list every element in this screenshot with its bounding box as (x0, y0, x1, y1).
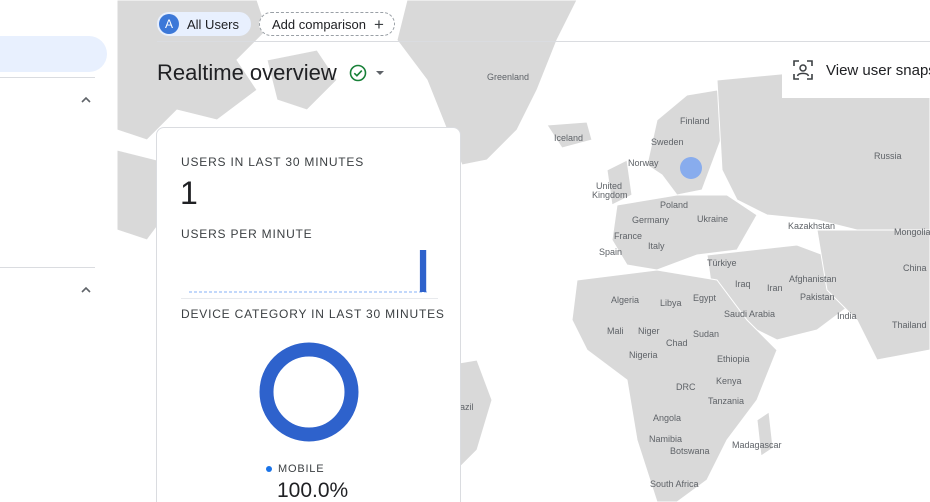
map-label-afghanistan: Afghanistan (789, 274, 837, 284)
map-label-ethiopia: Ethiopia (717, 354, 750, 364)
map-label-iraq: Iraq (735, 279, 751, 289)
users-per-minute-chart[interactable] (181, 241, 431, 295)
map-label-angola: Angola (653, 413, 682, 423)
map-label-saudi-arabia: Saudi Arabia (724, 309, 776, 319)
map-label-mongolia: Mongolia (894, 227, 930, 237)
map-label-pakistan: Pakistan (800, 292, 835, 302)
device-legend: MOBILE (266, 463, 324, 475)
page-title: Realtime overview (157, 60, 337, 85)
map-label-kazakhstan: Kazakhstan (788, 221, 836, 231)
map-label-botswana: Botswana (670, 446, 710, 456)
nav-divider (0, 77, 95, 78)
map-label-sweden: Sweden (651, 137, 684, 147)
users-per-minute-label: USERS PER MINUTE (181, 227, 313, 241)
map-label-ukraine: Ukraine (697, 214, 729, 224)
card-divider (181, 298, 438, 299)
segment-chip-all-users[interactable]: A All Users (157, 12, 252, 36)
realtime-summary-card: USERS IN LAST 30 MINUTES 1 USERS PER MIN… (156, 127, 461, 502)
view-user-snapshot-label: View user snaps (826, 61, 930, 79)
map-label-chad: Chad (666, 338, 688, 348)
nav-active-item[interactable] (0, 36, 107, 72)
users-per-minute-bar[interactable] (419, 250, 427, 292)
map-label-spain: Spain (599, 247, 623, 257)
map-label-greenland: Greenland (487, 72, 530, 82)
view-user-snapshot-button[interactable]: View user snaps (782, 42, 930, 98)
map-label-kingdom: Kingdom (592, 190, 628, 200)
users-30-min-label: USERS IN LAST 30 MINUTES (181, 155, 365, 169)
map-label-norway: Norway (628, 158, 659, 168)
map-label-namibia: Namibia (649, 434, 683, 444)
device-category-label: DEVICE CATEGORY IN LAST 30 MINUTES (181, 307, 445, 321)
map-label-egypt: Egypt (693, 293, 717, 303)
chevron-up-icon[interactable] (79, 283, 93, 297)
left-navigation (0, 0, 117, 502)
add-comparison-button[interactable]: Add comparison + (259, 12, 395, 36)
map-label-iran: Iran (767, 283, 783, 293)
plus-icon: + (373, 14, 384, 34)
check-circle-icon[interactable] (349, 64, 367, 82)
map-label-libya: Libya (660, 298, 682, 308)
device-category-donut[interactable] (258, 341, 360, 443)
comparison-bar: A All Users Add comparison + (157, 11, 395, 37)
legend-mobile-label: MOBILE (278, 463, 325, 475)
map-label-turkiye: Türkiye (707, 258, 737, 268)
donut-segment-mobile[interactable] (259, 342, 359, 442)
segment-avatar: A (159, 14, 179, 34)
map-label-india: India (837, 311, 857, 321)
map-label-iceland: Iceland (554, 133, 584, 143)
nav-divider (0, 267, 95, 268)
segment-label: All Users (187, 16, 240, 32)
users-30-min-value: 1 (180, 175, 198, 211)
map-label-drc: DRC (676, 382, 696, 392)
map-label-finland: Finland (680, 116, 710, 126)
user-snapshot-icon (793, 60, 813, 80)
chevron-up-icon[interactable] (79, 93, 93, 107)
map-label-tanzania: Tanzania (708, 396, 745, 406)
mobile-percent-value: 100.0% (277, 479, 349, 502)
map-label-germany: Germany (632, 215, 670, 225)
map-label-mali: Mali (607, 326, 624, 336)
map-label-france: France (614, 231, 643, 241)
map-label-china: China (903, 263, 927, 273)
realtime-page: Greenland Iceland Finland Sweden Norway … (0, 0, 930, 502)
map-label-sudan: Sudan (693, 329, 720, 339)
map-label-italy: Italy (648, 241, 665, 251)
map-label-madagascar: Madagascar (732, 440, 782, 450)
map-label-brazil: azil (460, 402, 474, 412)
map-label-niger: Niger (638, 326, 660, 336)
map-label-south-africa: South Africa (650, 479, 699, 489)
location-bubble[interactable] (680, 157, 702, 179)
map-label-russia: Russia (874, 151, 902, 161)
title-row: Realtime overview (157, 60, 385, 86)
map-label-nigeria: Nigeria (629, 350, 658, 360)
add-comparison-label: Add comparison (272, 16, 366, 32)
map-label-poland: Poland (660, 200, 689, 210)
map-label-thailand: Thailand (892, 320, 927, 330)
legend-dot (266, 466, 272, 472)
caret-down-icon[interactable] (375, 68, 385, 78)
map-label-kenya: Kenya (716, 376, 742, 386)
map-label-algeria: Algeria (611, 295, 640, 305)
